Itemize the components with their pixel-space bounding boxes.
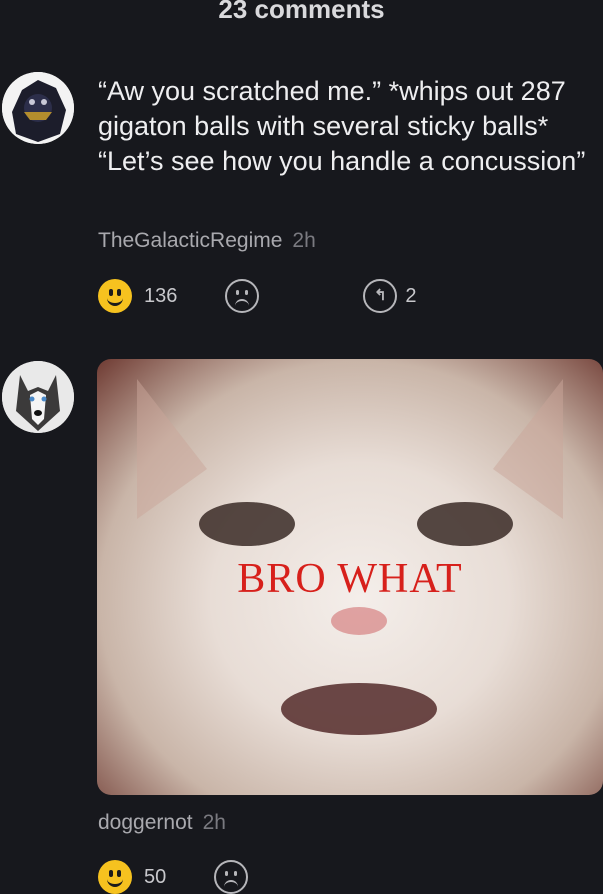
like-count: 136: [144, 284, 178, 307]
avatar[interactable]: [2, 72, 74, 144]
reply-count: 2: [405, 284, 417, 307]
meme-image[interactable]: BRO WHAT: [97, 359, 603, 795]
comment-meta: TheGalacticRegime 2h: [98, 229, 316, 253]
frown-icon[interactable]: [225, 279, 260, 313]
meme-caption: BRO WHAT: [237, 556, 463, 602]
comment-meta: doggernot 2h: [98, 811, 226, 835]
comment-actions: 50: [98, 860, 249, 894]
author-name[interactable]: TheGalacticRegime: [98, 229, 282, 252]
like-count: 50: [144, 865, 167, 888]
reply-icon[interactable]: ↰: [363, 279, 398, 313]
author-name[interactable]: doggernot: [98, 811, 193, 834]
comments-header: 23 comments: [218, 0, 385, 24]
comment-text: “Aw you scratched me.” *whips out 287 gi…: [98, 76, 586, 176]
timestamp: 2h: [202, 811, 226, 834]
smile-icon[interactable]: [98, 279, 132, 313]
smile-icon[interactable]: [98, 860, 132, 894]
frown-icon[interactable]: [214, 860, 249, 894]
timestamp: 2h: [292, 229, 316, 252]
comment-actions: 136 ↰ 2: [98, 279, 417, 313]
avatar[interactable]: [2, 361, 74, 433]
